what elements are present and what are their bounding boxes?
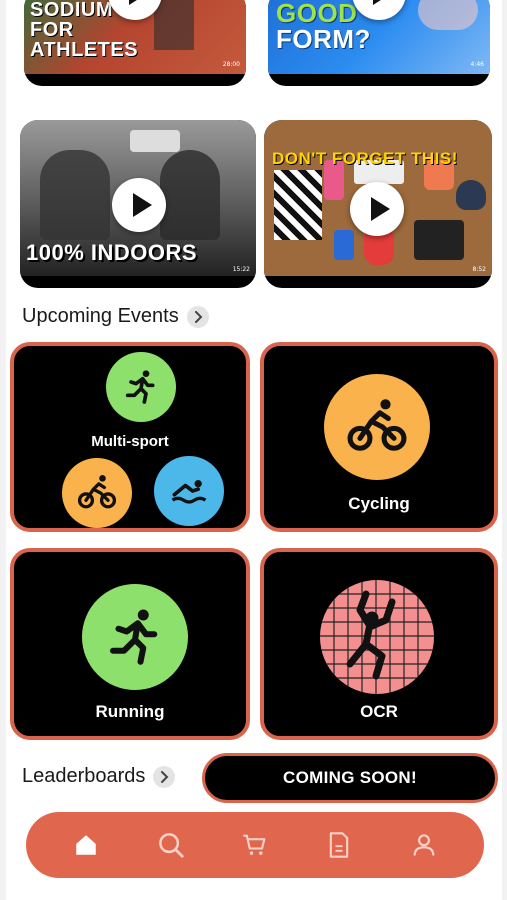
video-image: SODIUM FOR ATHLETES 28:00 — [24, 0, 246, 74]
event-label: OCR — [360, 702, 398, 721]
chevron-right-icon[interactable] — [186, 305, 209, 328]
home-icon — [76, 835, 96, 855]
document-icon — [330, 832, 349, 858]
event-card-ocr[interactable]: OCR — [260, 548, 498, 740]
nav-search[interactable] — [148, 822, 194, 868]
cart-icon — [243, 834, 266, 855]
cycling-icon — [324, 374, 430, 480]
bottom-navigation — [26, 812, 484, 878]
video-duration: 4:46 — [470, 61, 484, 68]
event-card-cycling[interactable]: Cycling — [260, 342, 498, 532]
nav-documents[interactable] — [316, 822, 362, 868]
coming-soon-badge: COMING SOON! — [202, 753, 498, 803]
section-title: Leaderboards — [22, 765, 146, 787]
video-caption: 100% INDOORS — [26, 240, 198, 265]
event-label: Running — [95, 702, 165, 721]
video-image: DON'T FORGET THIS! 8:52 — [264, 120, 492, 276]
nav-profile[interactable] — [401, 822, 447, 868]
video-duration: 15:22 — [232, 266, 250, 273]
play-button[interactable] — [112, 178, 166, 232]
video-thumbnail-sodium[interactable]: SODIUM FOR ATHLETES 28:00 — [24, 0, 246, 86]
video-thumbnail-indoors[interactable]: 100% INDOORS 15:22 — [20, 120, 256, 288]
profile-icon — [413, 834, 435, 856]
running-icon — [106, 352, 176, 422]
search-icon — [158, 833, 184, 858]
nav-home[interactable] — [63, 822, 109, 868]
video-duration: 28:00 — [222, 61, 240, 68]
play-button[interactable] — [350, 182, 404, 236]
event-card-multisport[interactable]: Multi-sport — [10, 342, 250, 532]
upcoming-events-header[interactable]: Upcoming Events — [22, 305, 209, 328]
event-label: Cycling — [348, 494, 410, 513]
event-card-running[interactable]: Running — [10, 548, 250, 740]
cycling-icon — [62, 458, 132, 528]
running-icon — [82, 584, 188, 690]
video-duration: 8:52 — [472, 266, 486, 273]
event-label: Multi-sport — [91, 433, 169, 450]
section-title: Upcoming Events — [22, 305, 179, 327]
swimming-icon — [154, 456, 224, 526]
video-caption: DON'T FORGET THIS! — [272, 149, 458, 168]
app-screen: SODIUM FOR ATHLETES 28:00 GOOD FORM? 4:4… — [6, 0, 502, 900]
chevron-right-icon[interactable] — [153, 765, 176, 788]
video-image: 100% INDOORS 15:22 — [20, 120, 256, 276]
video-image: GOOD FORM? 4:46 — [268, 0, 490, 74]
leaderboards-header[interactable]: Leaderboards — [22, 765, 176, 788]
nav-cart[interactable] — [232, 822, 278, 868]
video-thumbnail-good-form[interactable]: GOOD FORM? 4:46 — [268, 0, 490, 86]
climbing-wall-icon — [320, 580, 434, 694]
video-thumbnail-dont-forget[interactable]: DON'T FORGET THIS! 8:52 — [264, 120, 492, 288]
